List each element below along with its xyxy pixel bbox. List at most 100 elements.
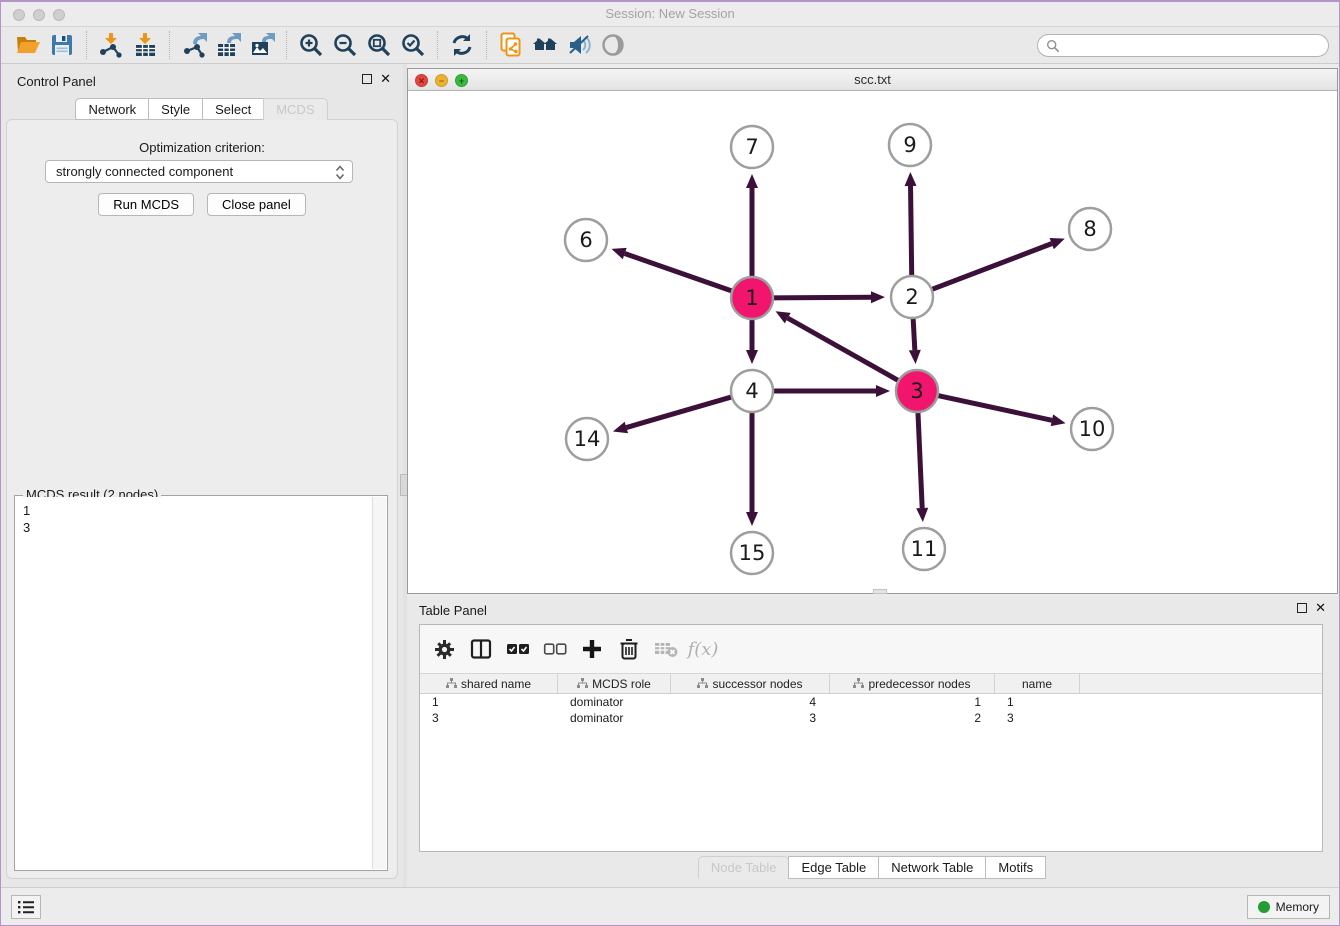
clone-network-icon[interactable] — [494, 30, 528, 60]
edge-2-to-8[interactable] — [930, 244, 1052, 291]
zoom-selected-icon[interactable] — [396, 30, 430, 60]
graph-node-2[interactable]: 2 — [891, 276, 933, 318]
cell-predecessor-nodes[interactable]: 1 — [830, 694, 995, 710]
cell-name[interactable]: 3 — [995, 710, 1080, 726]
edge-3-to-10[interactable] — [936, 395, 1052, 420]
export-network-icon[interactable] — [177, 30, 211, 60]
edge-4-to-14[interactable] — [626, 396, 733, 427]
first-neighbors-icon[interactable] — [528, 30, 562, 60]
cell-mcds-role[interactable]: dominator — [558, 710, 671, 726]
deselect-all-icon[interactable] — [541, 635, 569, 663]
optimization-criterion-select[interactable]: strongly connected component — [45, 160, 353, 183]
graph-node-9[interactable]: 9 — [889, 124, 931, 166]
edge-3-to-1[interactable] — [788, 318, 901, 382]
memory-label: Memory — [1276, 900, 1319, 914]
graph-node-10[interactable]: 10 — [1071, 408, 1113, 450]
graph-node-3[interactable]: 3 — [896, 370, 938, 412]
float-panel-icon[interactable] — [362, 74, 372, 84]
column-panes-icon[interactable] — [467, 635, 495, 663]
tab-edge-table[interactable]: Edge Table — [788, 856, 879, 879]
close-panel-icon[interactable]: ✕ — [1315, 603, 1326, 613]
svg-text:7: 7 — [745, 135, 758, 159]
cell-mcds-role[interactable]: dominator — [558, 694, 671, 710]
mcds-result-line: 1 — [23, 502, 365, 519]
add-column-icon[interactable] — [578, 635, 606, 663]
network-window-titlebar[interactable]: ✕ − + scc.txt — [408, 69, 1337, 91]
graph-node-8[interactable]: 8 — [1069, 208, 1111, 250]
tab-style[interactable]: Style — [148, 98, 203, 120]
run-mcds-button[interactable]: Run MCDS — [98, 193, 194, 216]
import-table-icon[interactable] — [128, 30, 162, 60]
status-bar: Memory — [1, 887, 1339, 925]
attribute-icon — [853, 678, 864, 689]
edge-arrowhead-icon — [746, 174, 758, 188]
delete-icon[interactable] — [615, 635, 643, 663]
network-canvas[interactable]: 7 9 6 8 1 2 4 3 14 10 15 11 — [408, 91, 1337, 593]
cell-predecessor-nodes[interactable]: 2 — [830, 710, 995, 726]
close-panel-icon[interactable]: ✕ — [380, 74, 391, 84]
tab-network-table[interactable]: Network Table — [878, 856, 986, 879]
settings-gear-icon[interactable] — [430, 635, 458, 663]
column-header-shared-name[interactable]: shared name — [420, 674, 558, 693]
edge-2-to-3[interactable] — [913, 316, 915, 350]
column-header-successor-nodes[interactable]: successor nodes — [671, 674, 830, 693]
graph-node-1[interactable]: 1 — [731, 277, 773, 319]
import-network-icon[interactable] — [94, 30, 128, 60]
graph-node-4[interactable]: 4 — [731, 370, 773, 412]
save-session-icon[interactable] — [45, 30, 79, 60]
export-image-icon[interactable] — [245, 30, 279, 60]
horizontal-splitter-grip[interactable] — [873, 589, 887, 594]
table-row[interactable]: 3 dominator 3 2 3 — [420, 710, 1322, 726]
open-session-icon[interactable] — [11, 30, 45, 60]
graph-node-15[interactable]: 15 — [731, 532, 773, 574]
edge-1-to-2[interactable] — [771, 297, 871, 298]
svg-text:3: 3 — [910, 379, 923, 403]
zoom-out-icon[interactable] — [328, 30, 362, 60]
result-scrollbar[interactable] — [372, 497, 386, 869]
attribute-icon — [577, 678, 588, 689]
graph-node-6[interactable]: 6 — [565, 219, 607, 261]
delete-table-icon[interactable] — [652, 635, 680, 663]
tab-node-table[interactable]: Node Table — [698, 856, 790, 879]
table-row[interactable]: 1 dominator 4 1 1 — [420, 694, 1322, 710]
cell-successor-nodes[interactable]: 3 — [671, 710, 830, 726]
cell-name[interactable]: 1 — [995, 694, 1080, 710]
cell-shared-name[interactable]: 3 — [420, 710, 558, 726]
tab-mcds[interactable]: MCDS — [263, 98, 327, 120]
zoom-fit-icon[interactable] — [362, 30, 396, 60]
memory-button[interactable]: Memory — [1247, 895, 1330, 919]
apply-style-icon[interactable] — [562, 30, 596, 60]
close-panel-button[interactable]: Close panel — [207, 193, 306, 216]
graph-node-11[interactable]: 11 — [903, 528, 945, 570]
control-panel: Control Panel ✕ Network Style Select MCD… — [1, 64, 403, 887]
refresh-layout-icon[interactable] — [445, 30, 479, 60]
function-fx-icon[interactable]: f(x) — [689, 635, 717, 663]
edge-3-to-11[interactable] — [918, 410, 922, 508]
tab-select[interactable]: Select — [202, 98, 264, 120]
cell-successor-nodes[interactable]: 4 — [671, 694, 830, 710]
edge-2-to-9[interactable] — [911, 186, 912, 278]
export-table-icon[interactable] — [211, 30, 245, 60]
app-titlebar: Session: New Session — [1, 2, 1339, 27]
edge-arrowhead-icon — [1051, 414, 1066, 426]
edge-arrowhead-icon — [746, 512, 758, 526]
attribute-icon — [446, 678, 457, 689]
edge-1-to-6[interactable] — [625, 254, 734, 292]
float-panel-icon[interactable] — [1297, 603, 1307, 613]
graph-node-14[interactable]: 14 — [566, 418, 608, 460]
search-input[interactable] — [1037, 34, 1329, 57]
zoom-in-icon[interactable] — [294, 30, 328, 60]
select-all-icon[interactable] — [504, 635, 532, 663]
show-hide-icon[interactable] — [596, 30, 630, 60]
column-header-filler — [1080, 674, 1322, 693]
task-history-button[interactable] — [11, 895, 41, 919]
edge-arrowhead-icon — [909, 350, 921, 364]
cell-shared-name[interactable]: 1 — [420, 694, 558, 710]
column-header-predecessor-nodes[interactable]: predecessor nodes — [830, 674, 995, 693]
tab-motifs[interactable]: Motifs — [985, 856, 1046, 879]
mcds-result-text[interactable]: 1 3 — [16, 497, 372, 869]
column-header-name[interactable]: name — [995, 674, 1080, 693]
column-header-mcds-role[interactable]: MCDS role — [558, 674, 671, 693]
graph-node-7[interactable]: 7 — [731, 126, 773, 168]
tab-network[interactable]: Network — [75, 98, 149, 120]
